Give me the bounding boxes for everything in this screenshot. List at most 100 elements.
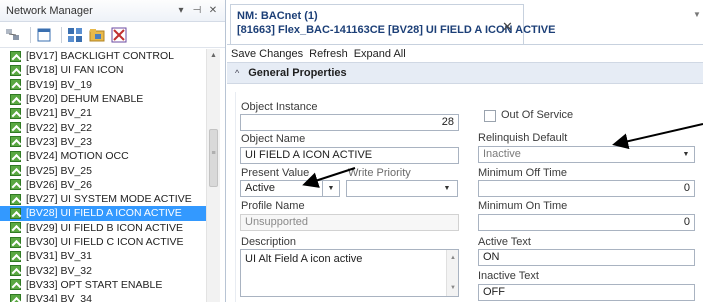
- close-tab-icon[interactable]: ✕: [502, 19, 513, 35]
- binary-value-icon: [10, 122, 21, 134]
- inactive-text-label: Inactive Text: [478, 270, 539, 282]
- delete-button[interactable]: [110, 26, 128, 44]
- tab-subtitle: [81663] Flex_BAC-141163CE [BV28] UI FIEL…: [237, 24, 556, 36]
- description-label: Description: [241, 236, 297, 248]
- binary-value-icon: [10, 250, 21, 262]
- tree-item[interactable]: [BV25] BV_25: [0, 163, 206, 177]
- object-editor: NM: BACnet (1) [81663] Flex_BAC-141163CE…: [227, 0, 703, 302]
- tree-item[interactable]: [BV24] MOTION OCC: [0, 149, 206, 163]
- tree-item[interactable]: [BV31] BV_31: [0, 249, 206, 263]
- binary-value-icon: [10, 93, 21, 105]
- chevron-down-icon[interactable]: ▼: [679, 146, 693, 163]
- panel-titlebar: Network Manager ▾ ⊣ ✕: [0, 0, 225, 22]
- properties-button[interactable]: [35, 26, 53, 44]
- chevron-down-icon[interactable]: ▼: [324, 180, 338, 197]
- min-off-time-label: Minimum Off Time: [478, 167, 568, 179]
- binary-value-icon: [10, 79, 21, 91]
- tree-item[interactable]: [BV33] OPT START ENABLE: [0, 278, 206, 292]
- object-instance-field[interactable]: 28: [240, 114, 459, 131]
- tree-item[interactable]: [BV22] BV_22: [0, 120, 206, 134]
- grid-view-button[interactable]: [66, 26, 84, 44]
- close-icon[interactable]: ✕: [207, 5, 219, 16]
- present-value-label: Present Value: [241, 167, 310, 179]
- dropdown-divider: [322, 180, 323, 197]
- tree-item[interactable]: [BV17] BACKLIGHT CONTROL: [0, 49, 206, 63]
- tree-item-label: [BV32] BV_32: [26, 264, 92, 277]
- expand-all-button[interactable]: Expand All: [354, 48, 406, 60]
- scroll-up-icon[interactable]: ▲: [447, 252, 459, 264]
- min-off-time-field[interactable]: 0: [478, 180, 695, 197]
- tree-item[interactable]: [BV19] BV_19: [0, 78, 206, 92]
- toolbar-divider: [30, 26, 31, 43]
- pin-icon[interactable]: ⊣: [191, 5, 203, 16]
- tree-item[interactable]: [BV20] DEHUM ENABLE: [0, 92, 206, 106]
- grip-icon: ≡: [211, 150, 216, 157]
- document-tab[interactable]: NM: BACnet (1) [81663] Flex_BAC-141163CE…: [230, 4, 556, 44]
- tree-item[interactable]: [BV23] BV_23: [0, 135, 206, 149]
- save-changes-button[interactable]: Save Changes: [231, 48, 303, 60]
- inactive-text-field[interactable]: OFF: [478, 284, 695, 301]
- tree-item-label: [BV25] BV_25: [26, 164, 92, 177]
- min-on-time-field[interactable]: 0: [478, 214, 695, 231]
- general-properties-header[interactable]: ^ General Properties: [227, 62, 703, 84]
- binary-value-icon: [10, 265, 21, 277]
- network-icon: [6, 28, 19, 40]
- scroll-down-icon[interactable]: ▼: [447, 282, 459, 294]
- network-manager-panel: Network Manager ▾ ⊣ ✕ [BV17] BACKLIGHT C…: [0, 0, 226, 302]
- tree-item[interactable]: [BV21] BV_21: [0, 106, 206, 120]
- relinquish-default-select[interactable]: Inactive: [478, 146, 695, 163]
- properties-icon: [37, 28, 51, 41]
- chevron-down-icon[interactable]: ▼: [440, 180, 454, 197]
- binary-value-icon: [10, 207, 21, 219]
- tree-item[interactable]: [BV18] UI FAN ICON: [0, 63, 206, 77]
- object-tree: [BV17] BACKLIGHT CONTROL [BV18] UI FAN IC…: [0, 49, 206, 302]
- relinquish-default-label: Relinquish Default: [478, 132, 568, 144]
- delete-icon: [111, 27, 127, 42]
- scroll-up-icon[interactable]: ▲: [207, 49, 220, 63]
- network-icon-button[interactable]: [4, 26, 22, 44]
- description-textarea[interactable]: UI Alt Field A icon active: [240, 249, 459, 297]
- tab-menu-icon[interactable]: ▼: [693, 10, 701, 19]
- binary-value-icon: [10, 293, 21, 302]
- tree-item-label: [BV24] MOTION OCC: [26, 150, 129, 163]
- tree-scrollbar[interactable]: ▲ ≡: [206, 49, 220, 302]
- tree-item-label: [BV27] UI SYSTEM MODE ACTIVE: [26, 193, 192, 206]
- profile-name-field: Unsupported: [240, 214, 459, 231]
- binary-value-icon: [10, 165, 21, 177]
- tree-item-label: [BV26] BV_26: [26, 178, 92, 191]
- tree-item[interactable]: [BV28] UI FIELD A ICON ACTIVE: [0, 206, 206, 221]
- refresh-button[interactable]: Refresh: [309, 48, 348, 60]
- binary-value-icon: [10, 222, 21, 234]
- tree-item[interactable]: [BV34] BV_34: [0, 292, 206, 302]
- object-name-field[interactable]: UI FIELD A ICON ACTIVE: [240, 147, 459, 164]
- grid-icon: [68, 27, 82, 42]
- min-on-time-label: Minimum On Time: [478, 200, 568, 212]
- tree-item[interactable]: [BV26] BV_26: [0, 178, 206, 192]
- binary-value-icon: [10, 64, 21, 76]
- tree-item[interactable]: [BV27] UI SYSTEM MODE ACTIVE: [0, 192, 206, 206]
- folder-button[interactable]: [88, 26, 106, 44]
- tree-item-label: [BV20] DEHUM ENABLE: [26, 93, 144, 106]
- tree-item[interactable]: [BV29] UI FIELD B ICON ACTIVE: [0, 221, 206, 235]
- out-of-service-label: Out Of Service: [501, 109, 574, 121]
- profile-name-label: Profile Name: [241, 200, 305, 212]
- tree-item-label: [BV28] UI FIELD A ICON ACTIVE: [26, 207, 182, 220]
- tree-item-label: [BV33] OPT START ENABLE: [26, 278, 163, 291]
- tree-item-label: [BV17] BACKLIGHT CONTROL: [26, 50, 175, 63]
- write-priority-label: Write Priority: [348, 167, 411, 179]
- tree-item[interactable]: [BV32] BV_32: [0, 263, 206, 277]
- object-name-label: Object Name: [241, 133, 306, 145]
- chevron-up-icon[interactable]: ^: [235, 68, 239, 78]
- tree-item[interactable]: [BV30] UI FIELD C ICON ACTIVE: [0, 235, 206, 249]
- tree-item-label: [BV31] BV_31: [26, 250, 92, 263]
- dropdown-icon[interactable]: ▾: [175, 5, 187, 16]
- scrollbar-thumb[interactable]: ≡: [209, 129, 218, 187]
- command-bar: Save Changes Refresh Expand All: [227, 44, 703, 62]
- description-scrollbar[interactable]: ▲ ▼: [446, 250, 458, 296]
- binary-value-icon: [10, 279, 21, 291]
- tree-item-label: [BV29] UI FIELD B ICON ACTIVE: [26, 221, 183, 234]
- binary-value-icon: [10, 193, 21, 205]
- out-of-service-checkbox[interactable]: [484, 110, 496, 122]
- active-text-field[interactable]: ON: [478, 249, 695, 266]
- panel-title: Network Manager: [6, 4, 93, 17]
